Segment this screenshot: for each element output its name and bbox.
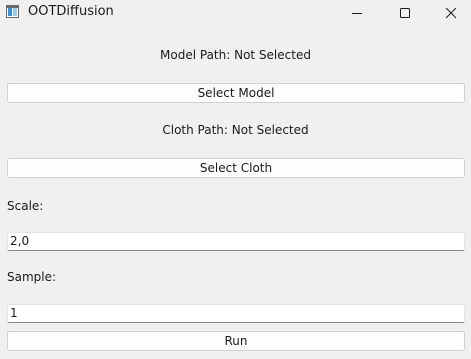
sample-input[interactable]: 1 bbox=[7, 304, 465, 323]
window-title: OOTDiffusion bbox=[28, 4, 114, 19]
scale-label: Scale: bbox=[7, 199, 44, 213]
minimize-button[interactable] bbox=[334, 0, 380, 25]
close-icon bbox=[445, 7, 457, 18]
cloth-path-label: Cloth Path: Not Selected bbox=[162, 123, 309, 137]
run-button[interactable]: Run bbox=[7, 331, 465, 351]
minimize-icon bbox=[352, 12, 362, 14]
app-window: OOTDiffusion Model Path: Not Selected Se… bbox=[0, 0, 471, 359]
app-window-icon bbox=[6, 5, 19, 18]
close-button[interactable] bbox=[428, 0, 471, 25]
sample-label: Sample: bbox=[7, 270, 57, 284]
select-model-button[interactable]: Select Model bbox=[7, 83, 465, 103]
select-cloth-button[interactable]: Select Cloth bbox=[7, 158, 465, 178]
scale-input[interactable]: 2,0 bbox=[7, 232, 465, 251]
maximize-button[interactable] bbox=[382, 0, 428, 25]
maximize-icon bbox=[400, 7, 410, 18]
model-path-label: Model Path: Not Selected bbox=[160, 48, 311, 62]
title-bar[interactable]: OOTDiffusion bbox=[0, 0, 471, 25]
